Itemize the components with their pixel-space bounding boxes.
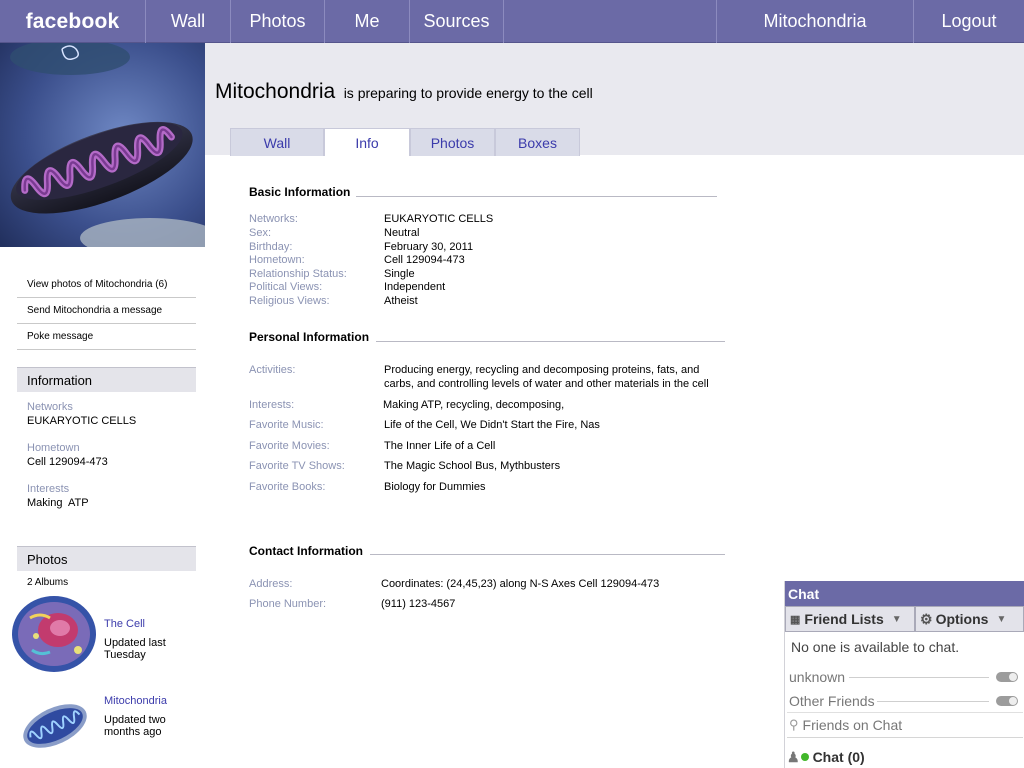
hometown-value: Cell 129094-473	[27, 456, 108, 468]
chat-group-other-friends[interactable]: Other Friends	[789, 693, 875, 709]
networks-value: EUKARYOTIC CELLS	[27, 415, 137, 427]
field-label-favorite-books: Favorite Books:	[249, 481, 326, 493]
album-thumbnail-cell[interactable]	[8, 588, 103, 676]
chat-footer-label: Chat (0)	[812, 749, 865, 765]
field-label-political-views: Political Views:	[249, 281, 323, 293]
interests-value: Making ATP	[27, 497, 89, 509]
field-value-favorite-music: Life of the Cell, We Didn't Start the Fi…	[384, 419, 600, 431]
field-value-religious-views: Atheist	[384, 295, 418, 307]
options-button[interactable]: ⚙ Options ▼	[915, 606, 1024, 632]
gear-icon: ⚙	[920, 610, 933, 627]
chat-group-unknown-toggle[interactable]	[996, 672, 1018, 682]
chat-empty-message: No one is available to chat.	[791, 639, 960, 655]
basic-info-divider	[356, 196, 717, 197]
field-label-address: Address:	[249, 578, 293, 590]
mitochondrion-thumbnail	[23, 704, 87, 748]
nav-profile[interactable]: Mitochondria	[716, 0, 914, 43]
field-label-activities: Activities:	[249, 364, 296, 376]
field-label-favorite-tv-shows: Favorite TV Shows:	[249, 460, 345, 472]
chevron-down-icon: ▼	[996, 613, 1007, 625]
status-text: is preparing to provide energy to the ce…	[343, 85, 593, 101]
field-value-favorite-movies: The Inner Life of a Cell	[384, 440, 496, 452]
cell-illustration	[12, 596, 96, 672]
networks-label: Networks	[27, 401, 73, 413]
field-label-religious-views: Religious Views:	[249, 295, 330, 307]
chat-group-divider	[849, 677, 989, 678]
basic-info-title: Basic Information	[249, 185, 353, 199]
field-label-networks: Networks:	[249, 213, 298, 225]
tab-photos[interactable]: Photos	[410, 128, 495, 156]
friends-on-chat-search[interactable]: ⚲ Friends on Chat	[787, 712, 1023, 738]
user-icon: ♟	[787, 748, 800, 765]
nav-logout[interactable]: Logout	[914, 0, 1024, 43]
chat-panel: Chat ▦ Friend Lists ▼ ⚙ Options ▼ No one…	[784, 581, 1024, 768]
field-label-hometown: Hometown:	[249, 254, 305, 266]
chevron-down-icon: ▼	[891, 613, 902, 625]
album-updated-mitochondria: Updated two months ago	[104, 714, 166, 738]
personal-info-divider	[376, 341, 725, 342]
field-value-favorite-tv-shows: The Magic School Bus, Mythbusters	[384, 460, 561, 472]
send-message-link[interactable]: Send Mitochondria a message	[17, 298, 196, 324]
chat-footer-button[interactable]: ♟ Chat (0)	[785, 746, 1024, 768]
nav-me[interactable]: Me	[325, 0, 410, 43]
field-label-phone-number: Phone Number:	[249, 598, 327, 610]
online-status-icon	[800, 753, 809, 761]
nav-sources[interactable]: Sources	[410, 0, 504, 43]
field-value-networks: EUKARYOTIC CELLS	[384, 213, 494, 225]
top-navigation-bar: facebook Wall Photos Me Sources Mitochon…	[0, 0, 1024, 43]
field-label-relationship-status: Relationship Status:	[249, 268, 347, 280]
field-value-hometown: Cell 129094-473	[384, 254, 465, 266]
field-value-address: Coordinates: (24,45,23) along N-S Axes C…	[381, 578, 660, 590]
hometown-label: Hometown	[27, 442, 80, 454]
field-value-phone-number: (911) 123-4567	[381, 598, 456, 610]
album-title-the-cell[interactable]: The Cell	[104, 618, 145, 630]
tab-wall[interactable]: Wall	[230, 128, 324, 156]
field-label-birthday: Birthday:	[249, 241, 293, 253]
interests-label: Interests	[27, 483, 70, 495]
field-value-relationship-status: Single	[384, 268, 415, 280]
mitochondrion-illustration	[0, 43, 205, 247]
view-photos-link[interactable]: View photos of Mitochondria (6)	[17, 272, 196, 298]
photos-heading: Photos	[17, 546, 196, 571]
friends-on-chat-placeholder: Friends on Chat	[802, 717, 903, 733]
nav-wall[interactable]: Wall	[146, 0, 231, 43]
field-value-birthday: February 30, 2011	[384, 241, 474, 253]
nav-photos[interactable]: Photos	[231, 0, 325, 43]
tab-boxes[interactable]: Boxes	[495, 128, 580, 156]
tab-info[interactable]: Info	[324, 128, 410, 156]
album-updated-the-cell: Updated last Tuesday	[104, 637, 166, 661]
field-label-sex: Sex:	[249, 227, 272, 239]
field-value-interests: Making ATP, recycling, decomposing,	[383, 399, 565, 411]
album-thumbnail-mitochondria[interactable]	[18, 696, 92, 754]
facebook-logo[interactable]: facebook	[0, 0, 146, 43]
albums-count: 2 Albums	[27, 577, 69, 588]
field-value-political-views: Independent	[384, 281, 446, 293]
friend-lists-label: Friend Lists	[804, 611, 884, 627]
chat-group-unknown[interactable]: unknown	[789, 669, 845, 685]
profile-name: Mitochondria	[215, 80, 336, 103]
options-label: Options	[935, 611, 989, 627]
information-heading: Information	[17, 367, 196, 392]
field-value-sex: Neutral	[384, 227, 420, 239]
profile-picture[interactable]	[0, 43, 205, 247]
search-icon: ⚲	[789, 717, 799, 732]
album-title-mitochondria[interactable]: Mitochondria	[104, 695, 167, 707]
poke-message-link[interactable]: Poke message	[17, 324, 196, 350]
field-value-favorite-books: Biology for Dummies	[384, 481, 486, 493]
field-label-interests: Interests:	[249, 399, 295, 411]
field-label-favorite-movies: Favorite Movies:	[249, 440, 330, 452]
contact-info-title: Contact Information	[249, 544, 365, 558]
chat-title[interactable]: Chat	[785, 581, 1024, 606]
field-label-favorite-music: Favorite Music:	[249, 419, 324, 431]
chat-group-other-friends-toggle[interactable]	[996, 696, 1018, 706]
contact-info-divider	[370, 554, 725, 555]
field-value-activities: Producing energy, recycling and decompos…	[384, 364, 709, 390]
profile-status: Mitochondria is preparing to provide ene…	[215, 80, 593, 104]
grid-icon: ▦	[790, 613, 801, 626]
friend-lists-button[interactable]: ▦ Friend Lists ▼	[785, 606, 915, 632]
personal-info-title: Personal Information	[249, 330, 372, 344]
chat-group-divider	[877, 701, 989, 702]
